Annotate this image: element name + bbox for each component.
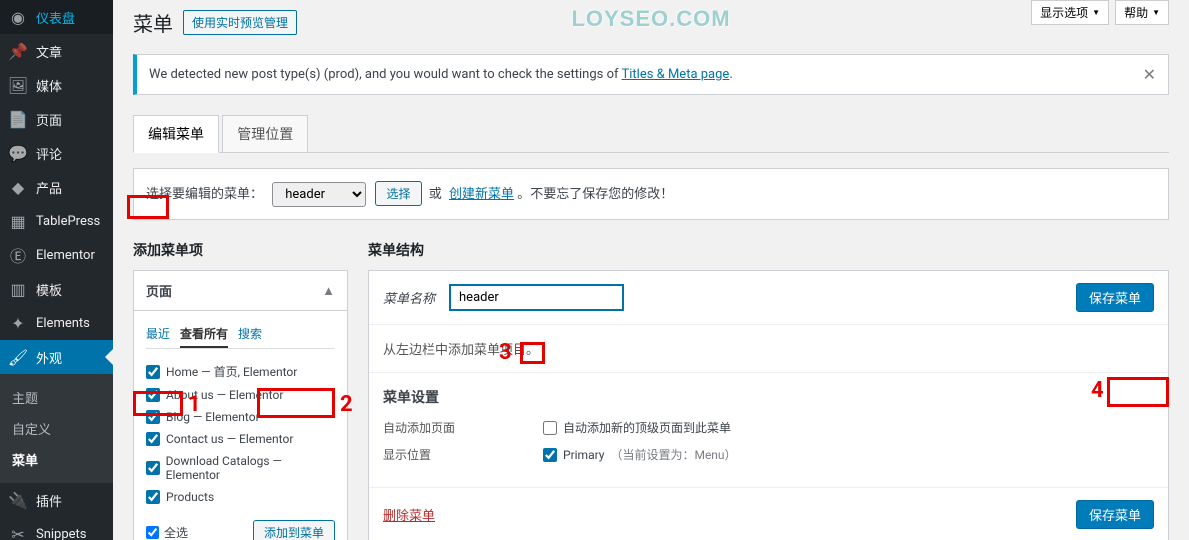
auto-add-label: 自动添加页面: [383, 419, 543, 436]
watermark: LOYSEO.COM: [571, 6, 730, 32]
page-checkbox[interactable]: [146, 365, 160, 379]
select-all-checkbox[interactable]: [146, 526, 159, 539]
sidebar-item-snippets[interactable]: ✂Snippets: [0, 517, 113, 540]
annotation-number-4: 4: [1091, 378, 1104, 403]
select-all[interactable]: 全选: [146, 524, 188, 540]
sidebar-sub-customize[interactable]: 自定义: [0, 413, 113, 444]
media-icon: 🖼: [8, 75, 28, 95]
template-icon: ▥: [8, 279, 28, 299]
page-item[interactable]: Home — 首页, Elementor: [146, 359, 335, 384]
menu-name-input[interactable]: [449, 284, 624, 311]
dashboard-icon: ◉: [8, 7, 28, 27]
sidebar-item-media[interactable]: 🖼媒体: [0, 68, 113, 102]
elements-icon: ✦: [8, 313, 28, 333]
save-menu-button-bottom[interactable]: 保存菜单: [1076, 500, 1154, 529]
sidebar-item-dashboard[interactable]: ◉仪表盘: [0, 0, 113, 34]
page-checkbox[interactable]: [146, 461, 160, 475]
annotation-number-3: 3: [499, 340, 512, 365]
page-icon: 📄: [8, 109, 28, 129]
nav-tabs: 编辑菜单 管理位置: [133, 115, 1169, 153]
sidebar-item-posts[interactable]: 📌文章: [0, 34, 113, 68]
menu-settings: 菜单设置 自动添加页面 自动添加新的顶级页面到此菜单 显示位置 Primary（…: [369, 372, 1168, 487]
sidebar-submenu: 主题 自定义 菜单: [0, 374, 113, 483]
caret-up-icon: ▲: [322, 283, 335, 299]
save-menu-button-top[interactable]: 保存菜单: [1076, 283, 1154, 312]
subtab-view-all[interactable]: 查看所有: [180, 321, 228, 348]
page-item[interactable]: About us — Elementor: [146, 384, 335, 406]
page-list: Home — 首页, Elementor About us — Elemento…: [146, 359, 335, 508]
live-preview-button[interactable]: 使用实时预览管理: [183, 10, 297, 35]
elementor-icon: Ⓔ: [8, 245, 28, 265]
delete-menu-link[interactable]: 删除菜单: [383, 505, 435, 524]
subtab-search[interactable]: 搜索: [238, 321, 262, 348]
sidebar-item-plugins[interactable]: 🔌插件: [0, 483, 113, 517]
menu-select-row: 选择要编辑的菜单： header 选择 或 创建新菜单 。不要忘了保存您的修改！: [133, 168, 1169, 220]
subtab-recent[interactable]: 最近: [146, 321, 170, 348]
sidebar-item-elements[interactable]: ✦Elements: [0, 306, 113, 340]
page-item[interactable]: Products: [146, 486, 335, 508]
sidebar-item-pages[interactable]: 📄页面: [0, 102, 113, 136]
add-to-menu-button[interactable]: 添加到菜单: [253, 520, 335, 540]
accordion-pages: 页面 ▲ 最近 查看所有 搜索 Home — 首页, Elementor Abo…: [133, 270, 348, 540]
page-checkbox[interactable]: [146, 432, 160, 446]
tab-manage-locations[interactable]: 管理位置: [222, 115, 308, 153]
sidebar-item-products[interactable]: ◆产品: [0, 170, 113, 204]
page-item[interactable]: Blog — Elementor: [146, 406, 335, 428]
select-button[interactable]: 选择: [375, 181, 421, 206]
location-primary-checkbox[interactable]: [543, 448, 557, 462]
page-title: 菜单: [133, 8, 173, 37]
accordion-pages-header[interactable]: 页面 ▲: [134, 271, 347, 310]
auto-add-checkbox[interactable]: [543, 421, 557, 435]
product-icon: ◆: [8, 177, 28, 197]
pin-icon: 📌: [8, 41, 28, 61]
dismiss-notice-icon[interactable]: ✕: [1143, 65, 1156, 84]
screen-options-button[interactable]: 显示选项: [1031, 0, 1109, 25]
menu-settings-title: 菜单设置: [383, 387, 1154, 407]
sidebar-item-templates[interactable]: ▥模板: [0, 272, 113, 306]
help-button[interactable]: 帮助: [1115, 0, 1169, 25]
admin-sidebar: ◉仪表盘 📌文章 🖼媒体 📄页面 💬评论 ◆产品 ▦TablePress ⒺEl…: [0, 0, 113, 540]
page-item[interactable]: Contact us — Elementor: [146, 428, 335, 450]
plugin-icon: 🔌: [8, 490, 28, 510]
annotation-number-1: 1: [188, 392, 201, 417]
page-checkbox[interactable]: [146, 490, 160, 504]
page-checkbox[interactable]: [146, 410, 160, 424]
menu-select[interactable]: header: [272, 182, 366, 207]
admin-notice: We detected new post type(s) (prod), and…: [133, 54, 1169, 95]
sidebar-item-elementor[interactable]: ⒺElementor: [0, 238, 113, 272]
sidebar-item-comments[interactable]: 💬评论: [0, 136, 113, 170]
display-location-label: 显示位置: [383, 446, 543, 463]
page-checkbox[interactable]: [146, 388, 160, 402]
create-menu-link[interactable]: 创建新菜单: [449, 187, 514, 202]
page-item[interactable]: Download Catalogs — Elementor: [146, 450, 335, 486]
menu-panel: 菜单名称 保存菜单 从左边栏中添加菜单项目。 菜单设置 自动添加页面 自动添加新…: [368, 270, 1169, 540]
menu-structure-title: 菜单结构: [368, 240, 1169, 260]
notice-link[interactable]: Titles & Meta page: [621, 67, 729, 82]
table-icon: ▦: [8, 211, 28, 231]
appearance-icon: 🖌: [8, 347, 28, 367]
sidebar-sub-themes[interactable]: 主题: [0, 382, 113, 413]
comment-icon: 💬: [8, 143, 28, 163]
menu-name-label: 菜单名称: [383, 288, 435, 307]
sidebar-item-appearance[interactable]: 🖌外观: [0, 340, 113, 374]
main-content: LOYSEO.COM 显示选项 帮助 菜单 使用实时预览管理 We detect…: [113, 0, 1189, 540]
snippets-icon: ✂: [8, 524, 28, 540]
add-items-title: 添加菜单项: [133, 240, 348, 260]
annotation-number-2: 2: [340, 392, 353, 417]
tab-edit-menu[interactable]: 编辑菜单: [133, 115, 219, 153]
sidebar-item-tablepress[interactable]: ▦TablePress: [0, 204, 113, 238]
sidebar-sub-menus[interactable]: 菜单: [0, 444, 113, 475]
menu-body-hint: 从左边栏中添加菜单项目。: [369, 325, 1168, 372]
